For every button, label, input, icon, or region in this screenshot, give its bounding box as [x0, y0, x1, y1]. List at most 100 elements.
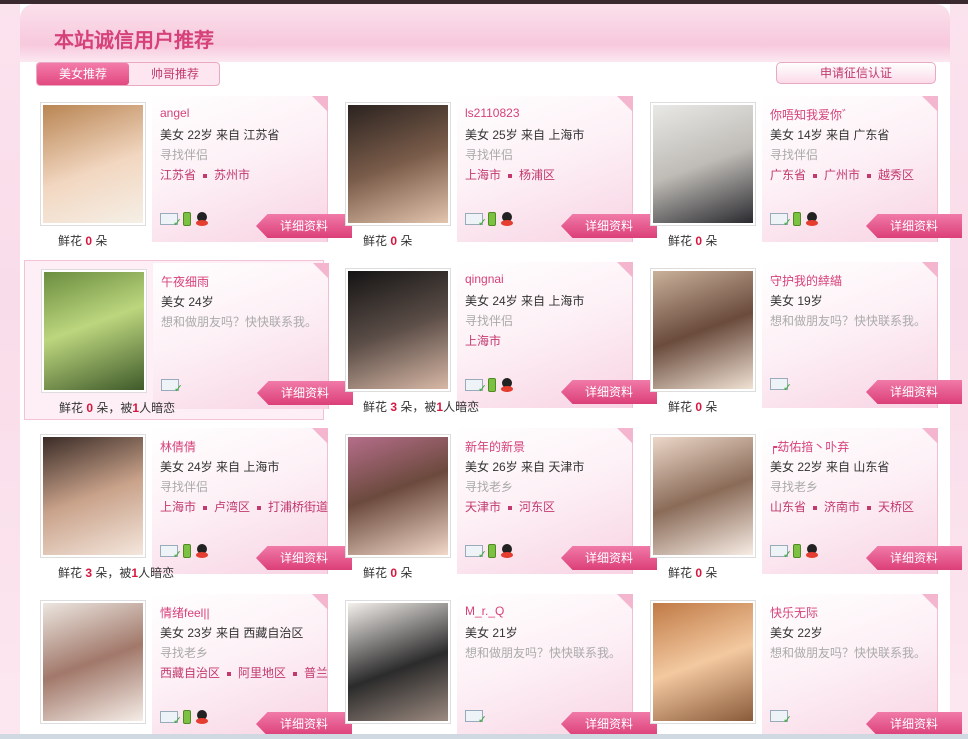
location-link[interactable]: 杨浦区 — [519, 168, 555, 182]
qq-icon — [806, 212, 818, 226]
location-link[interactable]: 苏州市 — [214, 168, 250, 182]
user-name[interactable]: ┍苭佑揞丶卟弃 — [770, 438, 849, 455]
flower-number: 0 — [86, 401, 94, 415]
tab-male[interactable]: 帅哥推荐 — [129, 63, 221, 85]
qq-icon — [196, 544, 208, 558]
user-photo[interactable] — [41, 269, 147, 393]
qq-icon — [196, 212, 208, 226]
flower-number: 3 — [85, 566, 93, 580]
location-separator — [508, 173, 513, 178]
user-photo[interactable] — [650, 600, 756, 724]
location-link[interactable]: 上海市 — [465, 168, 501, 182]
user-photo[interactable] — [345, 434, 451, 558]
user-name[interactable]: ls2110823 — [465, 106, 520, 120]
user-card: 快乐无际 美女 22岁 想和做朋友吗？快快联系我。 详细资料 — [634, 592, 962, 739]
user-card: 午夜细雨 美女 24岁 想和做朋友吗？快快联系我。 详细资料 鲜花 0 朵，被1… — [24, 260, 353, 420]
flower-count: 鲜花 0 朵 — [668, 400, 718, 414]
user-photo[interactable] — [650, 434, 756, 558]
location-link[interactable]: 河东区 — [519, 500, 555, 514]
location-link[interactable]: 广东省 — [770, 168, 806, 182]
user-basic: 美女 22岁 — [770, 626, 823, 640]
verification-icons — [160, 710, 208, 727]
user-seeking: 寻找老乡 — [160, 646, 209, 660]
user-name[interactable]: angel — [160, 106, 189, 120]
user-name[interactable]: 林倩倩 — [160, 438, 196, 455]
location-separator — [293, 671, 298, 676]
user-photo[interactable] — [40, 102, 146, 226]
location-separator — [203, 173, 208, 178]
location-link[interactable]: 天桥区 — [878, 500, 914, 514]
detail-button[interactable]: 详细资料 — [866, 380, 962, 404]
location-link[interactable]: 打浦桥街道 — [268, 500, 328, 514]
flower-count: 鲜花 0 朵 — [58, 234, 108, 248]
location-separator — [867, 173, 872, 178]
user-card: 守护我的緈緢 美女 19岁 想和做朋友吗？快快联系我。 详细资料 鲜花 0 朵 — [634, 260, 962, 420]
flower-number: 0 — [695, 566, 703, 580]
user-location: 上海市 — [465, 332, 501, 349]
photo-image — [43, 437, 143, 555]
email-verified-icon — [770, 545, 792, 561]
location-link[interactable]: 阿里地区 — [238, 666, 286, 680]
location-link[interactable]: 济南市 — [824, 500, 860, 514]
bottom-strip — [0, 734, 968, 739]
user-basic: 美女 24岁 — [161, 295, 214, 309]
verification-icons — [161, 379, 183, 395]
verification-icons — [770, 378, 792, 394]
location-link[interactable]: 上海市 — [160, 500, 196, 514]
location-link[interactable]: 江苏省 — [160, 168, 196, 182]
detail-button[interactable]: 详细资料 — [866, 712, 962, 736]
user-name[interactable]: 新年的新景 — [465, 438, 525, 455]
location-link[interactable]: 天津市 — [465, 500, 501, 514]
location-separator — [203, 505, 208, 510]
user-name[interactable]: 情绪feel|| — [160, 604, 210, 621]
user-seeking: 寻找伴侣 — [160, 148, 209, 162]
phone-verified-icon — [488, 378, 496, 392]
verification-icons — [465, 212, 513, 229]
photo-image — [653, 105, 753, 223]
email-verified-icon — [160, 213, 182, 229]
user-photo[interactable] — [345, 600, 451, 724]
email-verified-icon — [160, 545, 182, 561]
user-card: ls2110823 美女 25岁 来自 上海市 寻找伴侣 上海市杨浦区 详细资料… — [329, 94, 657, 254]
location-link[interactable]: 普兰 — [304, 666, 328, 680]
location-link[interactable]: 西藏自治区 — [160, 666, 220, 680]
flower-count: 鲜花 0 朵 — [668, 234, 718, 248]
location-link[interactable]: 山东省 — [770, 500, 806, 514]
location-link[interactable]: 上海市 — [465, 334, 501, 348]
email-verified-icon — [770, 378, 792, 394]
user-photo[interactable] — [345, 102, 451, 226]
location-link[interactable]: 越秀区 — [878, 168, 914, 182]
location-link[interactable]: 广州市 — [824, 168, 860, 182]
user-photo[interactable] — [40, 434, 146, 558]
email-verified-icon — [160, 711, 182, 727]
email-verified-icon — [770, 213, 792, 229]
user-photo[interactable] — [345, 268, 451, 392]
phone-verified-icon — [488, 544, 496, 558]
user-name[interactable]: qingnai — [465, 272, 504, 286]
user-photo[interactable] — [650, 102, 756, 226]
location-separator — [867, 505, 872, 510]
user-photo[interactable] — [650, 268, 756, 392]
phone-verified-icon — [183, 710, 191, 724]
user-name[interactable]: 守护我的緈緢 — [770, 272, 842, 289]
detail-button[interactable]: 详细资料 — [866, 546, 962, 570]
qq-icon — [501, 378, 513, 392]
user-name[interactable]: M_r._Q — [465, 604, 504, 618]
user-photo[interactable] — [40, 600, 146, 724]
user-basic: 美女 19岁 — [770, 294, 823, 308]
location-link[interactable]: 卢湾区 — [214, 500, 250, 514]
photo-image — [653, 271, 753, 389]
detail-button[interactable]: 详细资料 — [866, 214, 962, 238]
user-seeking: 想和做朋友吗？快快联系我。 — [465, 646, 622, 660]
user-name[interactable]: 午夜细雨 — [161, 273, 209, 290]
tab-bar: 美女推荐 帅哥推荐 — [36, 62, 220, 86]
photo-image — [348, 105, 448, 223]
tab-female[interactable]: 美女推荐 — [37, 63, 129, 85]
phone-verified-icon — [183, 212, 191, 226]
apply-verification-button[interactable]: 申请征信认证 — [776, 62, 936, 84]
user-seeking: 想和做朋友吗？快快联系我。 — [770, 646, 927, 660]
user-seeking: 寻找老乡 — [770, 480, 819, 494]
flower-count: 鲜花 0 朵 — [363, 566, 413, 580]
user-name[interactable]: 快乐无际 — [770, 604, 818, 621]
user-name[interactable]: 你唔知我爱你゛ — [770, 106, 854, 123]
